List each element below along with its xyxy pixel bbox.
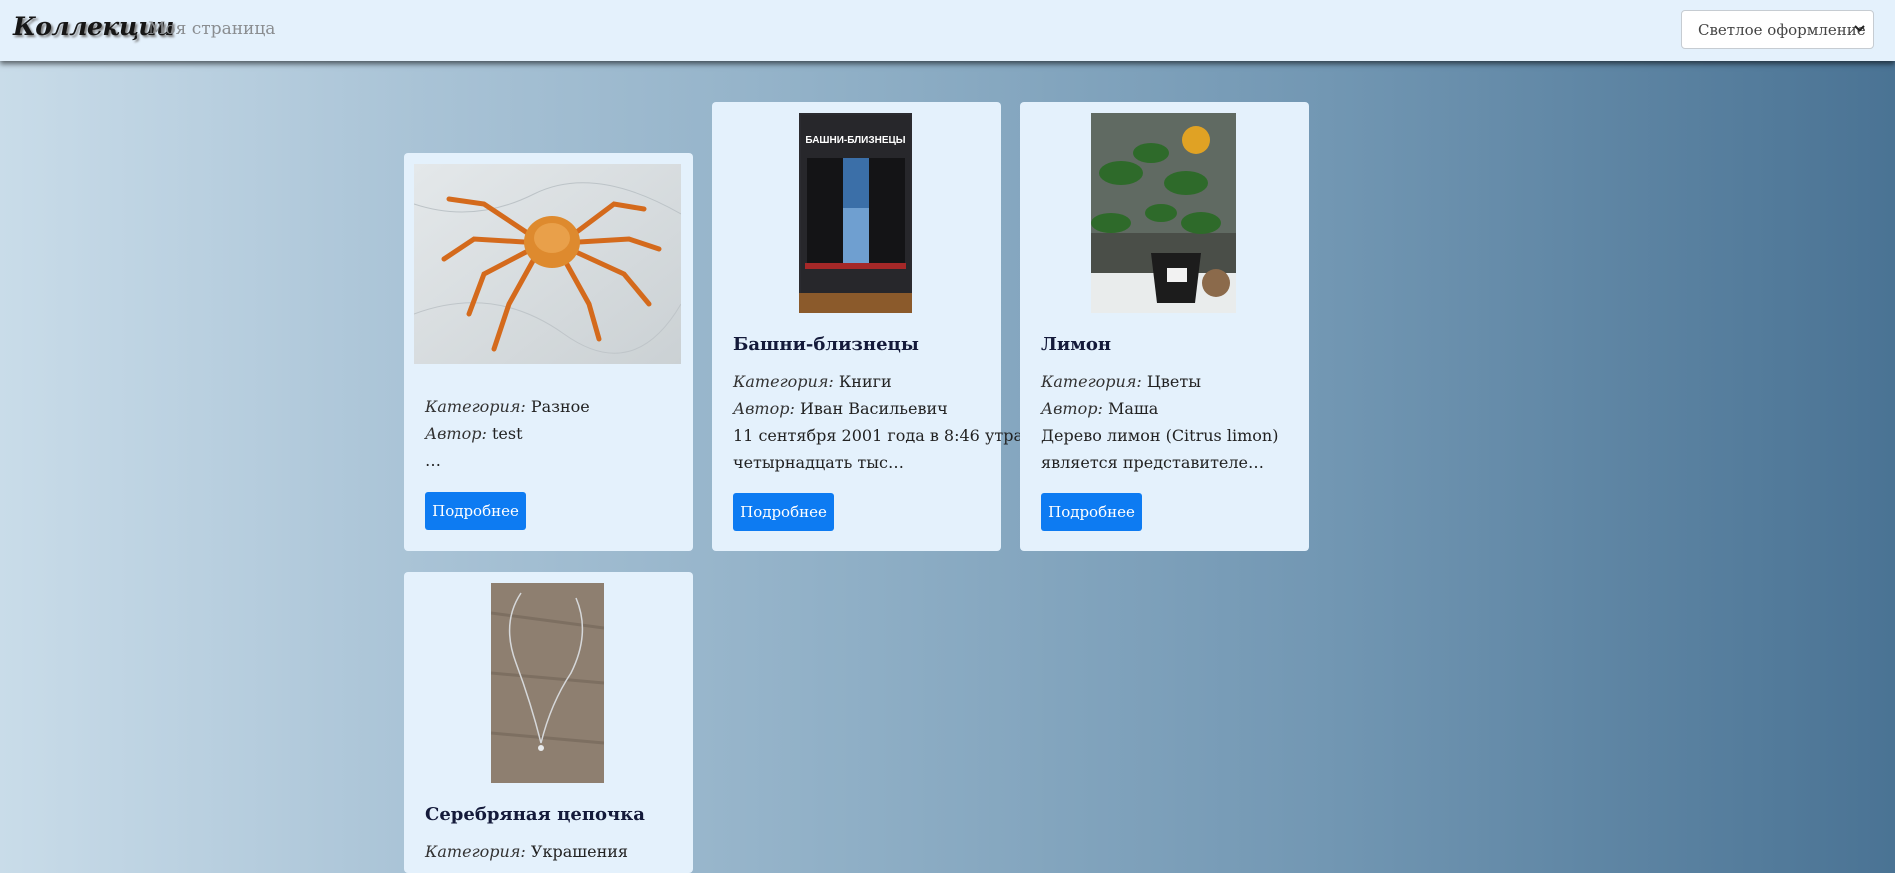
author-value: Иван Васильевич (799, 399, 948, 418)
collection-card: БАШНИ-БЛИЗНЕЦЫ Башни-близнецы Категория:… (712, 102, 1023, 551)
category-label: Категория: (425, 842, 526, 861)
category-value: Книги (838, 372, 892, 391)
card-description: является представителе… (1041, 453, 1265, 472)
card-category: Категория: Украшения (425, 842, 628, 861)
book-cover-photo: БАШНИ-БЛИЗНЕЦЫ (799, 113, 912, 313)
author-label: Автор: (425, 424, 487, 443)
details-button[interactable]: Подробнее (425, 492, 526, 530)
author-value: Маша (1107, 399, 1159, 418)
silver-chain-photo (491, 583, 604, 783)
theme-select-value: Светлое оформление (1698, 20, 1866, 39)
card-description: четырнадцать тыс… (733, 453, 904, 472)
chevron-down-icon (1854, 22, 1865, 38)
book-cover-title: БАШНИ-БЛИЗНЕЦЫ (805, 135, 906, 146)
card-author: Автор: test (425, 424, 523, 443)
author-label: Автор: (1041, 399, 1103, 418)
crab-photo (414, 164, 681, 364)
collection-card: Серебряная цепочка Категория: Украшения (404, 572, 693, 873)
navbar: Коллекции Моя страница Светлое оформлени… (0, 0, 1895, 61)
category-label: Категория: (425, 397, 526, 416)
category-value: Разное (530, 397, 590, 416)
details-button[interactable]: Подробнее (1041, 493, 1142, 531)
card-author: Автор: Маша (1041, 399, 1158, 418)
category-value: Украшения (530, 842, 629, 861)
lemon-tree-photo (1091, 113, 1236, 313)
theme-select[interactable]: Светлое оформление (1681, 10, 1874, 49)
card-category: Категория: Цветы (1041, 372, 1201, 391)
category-value: Цветы (1146, 372, 1201, 391)
card-author: Автор: Иван Васильевич (733, 399, 948, 418)
card-description: … (425, 451, 441, 470)
details-button[interactable]: Подробнее (733, 493, 834, 531)
collection-card: Лимон Категория: Цветы Автор: Маша Дерев… (1020, 102, 1309, 551)
card-title: Лимон (1041, 334, 1112, 355)
card-description: 11 сентября 2001 года в 8:46 утра (733, 426, 1023, 445)
author-value: test (491, 424, 523, 443)
author-label: Автор: (733, 399, 795, 418)
nav-link-my-page[interactable]: Моя страница (148, 19, 275, 39)
card-description: Дерево лимон (Citrus limon) (1041, 426, 1279, 445)
category-label: Категория: (733, 372, 834, 391)
collection-card: Категория: Разное Автор: test … Подробне… (404, 153, 693, 551)
card-category: Категория: Разное (425, 397, 590, 416)
card-title: Серебряная цепочка (425, 804, 645, 825)
card-category: Категория: Книги (733, 372, 892, 391)
category-label: Категория: (1041, 372, 1142, 391)
card-title: Башни-близнецы (733, 334, 919, 355)
